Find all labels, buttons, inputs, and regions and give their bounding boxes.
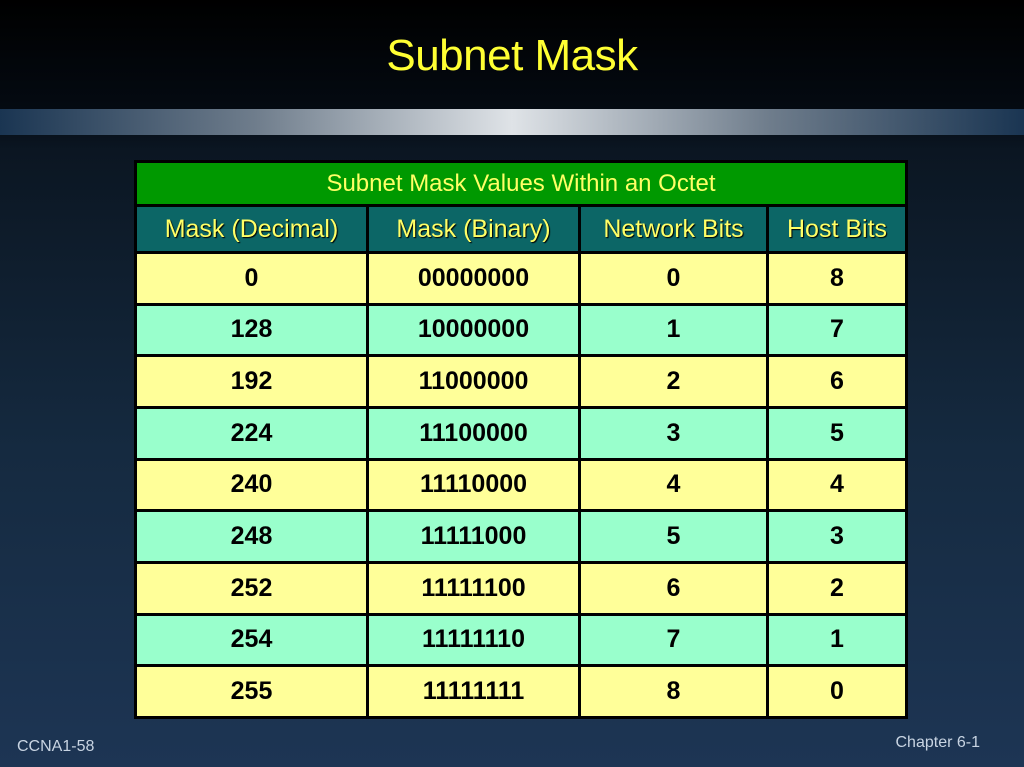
cell-network-bits: 5: [578, 509, 769, 564]
cell-mask-decimal: 192: [134, 354, 369, 409]
slide-title: Subnet Mask: [386, 31, 638, 80]
cell-host-bits: 7: [766, 302, 908, 358]
cell-network-bits: 0: [578, 251, 769, 306]
cell-mask-decimal: 248: [134, 509, 369, 564]
cell-mask-decimal: 255: [134, 664, 369, 719]
cell-host-bits: 6: [766, 354, 908, 409]
table-row: 248 11111000 5 3: [134, 509, 908, 564]
cell-network-bits: 4: [578, 457, 769, 513]
table-row: 0 00000000 0 8: [134, 251, 908, 306]
cell-mask-binary: 11111000: [366, 509, 581, 564]
cell-host-bits: 0: [766, 664, 908, 719]
table-row: 240 11110000 4 4: [134, 457, 908, 513]
cell-host-bits: 1: [766, 612, 908, 668]
cell-mask-binary: 11100000: [366, 405, 581, 461]
footer-chapter: Chapter 6-1: [895, 734, 981, 751]
cell-mask-binary: 11110000: [366, 457, 581, 513]
cell-mask-decimal: 128: [134, 302, 369, 358]
cell-mask-decimal: 254: [134, 612, 369, 668]
cell-mask-decimal: 224: [134, 405, 369, 461]
cell-host-bits: 2: [766, 560, 908, 616]
header-network-bits: Network Bits: [578, 204, 769, 254]
table-row: 192 11000000 2 6: [134, 354, 908, 409]
cell-host-bits: 8: [766, 251, 908, 306]
table-row: 128 10000000 1 7: [134, 302, 908, 358]
title-divider-bar: [0, 109, 1024, 135]
cell-mask-binary: 11111110: [366, 612, 581, 668]
cell-mask-binary: 11000000: [366, 354, 581, 409]
cell-mask-binary: 00000000: [366, 251, 581, 306]
table-row: 224 11100000 3 5: [134, 405, 908, 461]
cell-host-bits: 3: [766, 509, 908, 564]
cell-mask-decimal: 252: [134, 560, 369, 616]
table-row: 252 11111100 6 2: [134, 560, 908, 616]
header-host-bits: Host Bits: [766, 204, 908, 254]
table-row: 254 11111110 7 1: [134, 612, 908, 668]
cell-network-bits: 1: [578, 302, 769, 358]
cell-mask-binary: 11111100: [366, 560, 581, 616]
cell-network-bits: 8: [578, 664, 769, 719]
cell-host-bits: 4: [766, 457, 908, 513]
table-row: 255 11111111 8 0: [134, 664, 908, 719]
cell-network-bits: 7: [578, 612, 769, 668]
cell-network-bits: 3: [578, 405, 769, 461]
footer-slide-id: CCNA1-58: [17, 738, 95, 755]
cell-mask-binary: 10000000: [366, 302, 581, 358]
cell-network-bits: 2: [578, 354, 769, 409]
cell-network-bits: 6: [578, 560, 769, 616]
header-mask-decimal: Mask (Decimal): [134, 204, 369, 254]
cell-mask-decimal: 240: [134, 457, 369, 513]
cell-mask-decimal: 0: [134, 251, 369, 306]
header-mask-binary: Mask (Binary): [366, 204, 581, 254]
table-caption: Subnet Mask Values Within an Octet: [134, 160, 908, 207]
cell-host-bits: 5: [766, 405, 908, 461]
cell-mask-binary: 11111111: [366, 664, 581, 719]
subnet-mask-table: Subnet Mask Values Within an Octet Mask …: [134, 160, 908, 719]
